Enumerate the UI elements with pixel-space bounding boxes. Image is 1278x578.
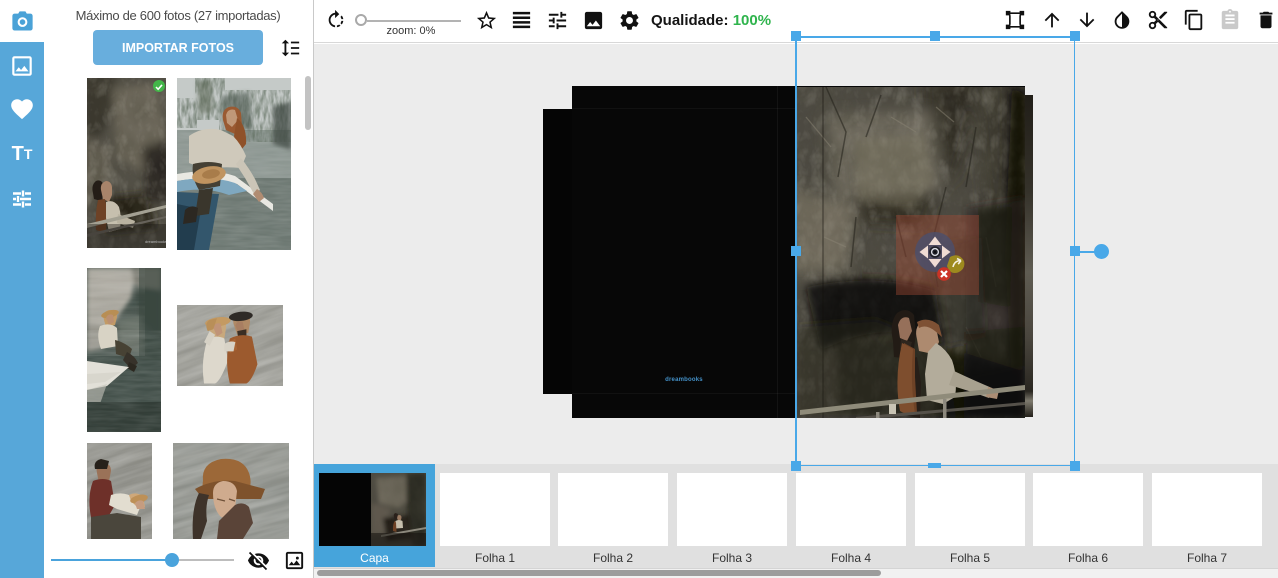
svg-text:dreambooks: dreambooks [145, 239, 166, 244]
